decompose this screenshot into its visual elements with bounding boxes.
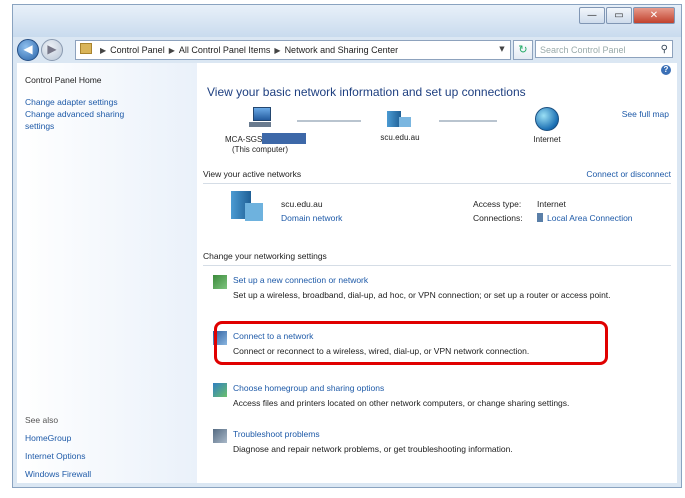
map-connector-line	[297, 120, 361, 122]
sidebar-item-homegroup[interactable]: HomeGroup	[25, 433, 71, 443]
breadcrumb-network-center[interactable]: Network and Sharing Center	[285, 45, 399, 55]
explorer-window: — ▭ ✕ ◀ ▶ ▶ Control Panel ▶ All Control Pan…	[12, 4, 682, 488]
address-bar[interactable]: ▶ Control Panel ▶ All Control Panel Items ▶ N…	[75, 40, 511, 60]
see-also-heading: See also	[25, 415, 59, 425]
network-setup-icon	[213, 275, 227, 289]
breadcrumb-separator: ▶	[100, 46, 107, 55]
highlight-box	[214, 321, 608, 365]
active-network-type[interactable]: Domain network	[281, 213, 342, 223]
content-pane: ? View your basic network information an…	[197, 63, 677, 483]
active-network-icon	[229, 189, 265, 223]
task-troubleshoot: Troubleshoot problems Diagnose and repai…	[213, 429, 673, 455]
maximize-button[interactable]: ▭	[606, 7, 632, 24]
change-settings-title: Change your networking settings	[203, 251, 327, 261]
active-networks-header: View your active networks Connect or dis…	[203, 169, 671, 184]
refresh-button[interactable]: ↻	[513, 40, 533, 60]
active-network-name: scu.edu.au	[281, 199, 323, 209]
sidebar-item-adapter[interactable]: Change adapter settings	[25, 97, 118, 107]
globe-icon	[535, 107, 559, 131]
arrow-right-icon: ▶	[47, 42, 57, 56]
access-type-label: Access type:	[473, 199, 522, 209]
computer-sub: (This computer)	[231, 145, 288, 154]
search-icon: ⚲	[660, 44, 668, 55]
search-input[interactable]: Search Control Panel ⚲	[535, 40, 673, 58]
computer-name: MCA-SGS	[225, 135, 263, 144]
map-network: scu.edu.au	[363, 107, 437, 142]
network-icon	[387, 107, 413, 129]
control-panel-icon	[80, 43, 92, 54]
minimize-button[interactable]: —	[579, 7, 605, 24]
access-type-value: Internet	[537, 199, 566, 209]
arrow-left-icon: ◀	[23, 42, 33, 56]
task-homegroup-desc: Access files and printers located on oth…	[233, 398, 570, 408]
network-name: scu.edu.au	[380, 133, 420, 142]
refresh-icon: ↻	[518, 43, 528, 56]
sidebar: Control Panel Home Change adapter settin…	[17, 63, 197, 483]
task-troubleshoot-link[interactable]: Troubleshoot problems	[233, 429, 673, 439]
connections-label: Connections:	[473, 213, 523, 223]
task-troubleshoot-desc: Diagnose and repair network problems, or…	[233, 444, 513, 454]
sidebar-item-internet-options[interactable]: Internet Options	[25, 451, 85, 461]
internet-label: Internet	[533, 135, 561, 144]
ethernet-icon	[537, 213, 543, 222]
breadcrumb-all-items[interactable]: All Control Panel Items	[179, 45, 271, 55]
forward-button[interactable]: ▶	[41, 39, 63, 61]
window-controls: — ▭ ✕	[578, 7, 675, 24]
task-homegroup-link[interactable]: Choose homegroup and sharing options	[233, 383, 673, 393]
computer-icon	[247, 107, 273, 129]
task-new-connection: Set up a new connection or network Set u…	[213, 275, 673, 301]
troubleshoot-icon	[213, 429, 227, 443]
active-networks-title: View your active networks	[203, 169, 302, 179]
connections-link[interactable]: Local Area Connection	[537, 213, 633, 223]
navigation-bar: ◀ ▶ ▶ Control Panel ▶ All Control Panel Ite…	[17, 37, 677, 61]
close-button[interactable]: ✕	[633, 7, 675, 24]
sidebar-item-advanced-sharing-cont[interactable]: settings	[25, 121, 54, 131]
title-bar: — ▭ ✕	[13, 5, 681, 37]
connections-value: Local Area Connection	[547, 213, 633, 223]
search-placeholder: Search Control Panel	[540, 45, 626, 55]
connect-disconnect-link[interactable]: Connect or disconnect	[586, 169, 671, 179]
task-new-connection-desc: Set up a wireless, broadband, dial-up, a…	[233, 290, 611, 300]
breadcrumb-control-panel[interactable]: Control Panel	[110, 45, 165, 55]
back-button[interactable]: ◀	[17, 39, 39, 61]
sidebar-item-advanced-sharing[interactable]: Change advanced sharing	[25, 109, 124, 119]
map-computer: MCA-SGS (This computer)	[225, 107, 307, 154]
map-connector-line	[439, 120, 497, 122]
task-new-connection-link[interactable]: Set up a new connection or network	[233, 275, 673, 285]
help-icon[interactable]: ?	[661, 65, 671, 75]
redaction-box	[262, 133, 307, 144]
see-full-map-link[interactable]: See full map	[622, 109, 669, 119]
sidebar-home-link[interactable]: Control Panel Home	[25, 75, 102, 85]
map-internet: Internet	[517, 107, 577, 144]
change-settings-header: Change your networking settings	[203, 251, 671, 266]
address-dropdown-button[interactable]: ▼	[495, 40, 509, 58]
sidebar-item-firewall[interactable]: Windows Firewall	[25, 469, 91, 479]
homegroup-icon	[213, 383, 227, 397]
task-homegroup: Choose homegroup and sharing options Acc…	[213, 383, 673, 409]
page-title: View your basic network information and …	[207, 85, 526, 99]
